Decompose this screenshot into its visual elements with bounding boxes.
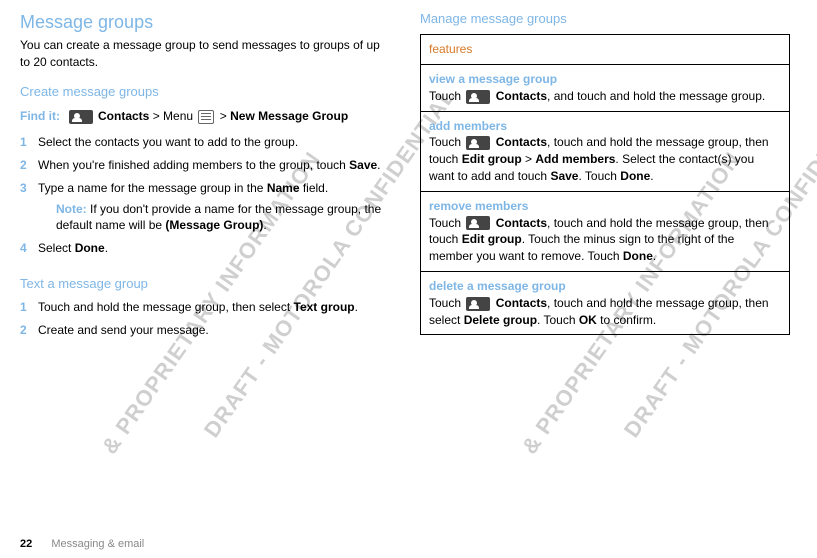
- delete-body: Touch Contacts, touch and hold the messa…: [429, 295, 781, 329]
- find-it-line: Find it: Contacts > Menu > New Message G…: [20, 107, 390, 126]
- add-save: Save: [550, 169, 578, 183]
- contacts-icon: [466, 90, 490, 104]
- name-tail: field.: [300, 181, 329, 195]
- features-header: features: [421, 35, 790, 65]
- contacts-icon: [466, 136, 490, 150]
- menu-icon: [198, 110, 214, 124]
- features-table: features view a message group Touch Cont…: [420, 34, 790, 335]
- gt-1: >: [153, 109, 160, 123]
- left-column: Message groups You can create a message …: [20, 10, 390, 345]
- create-step-3: 3 Type a name for the message group in t…: [20, 180, 390, 240]
- contacts-icon: [466, 216, 490, 230]
- del-mid2: . Touch: [537, 313, 579, 327]
- right-column: Manage message groups features view a me…: [420, 10, 790, 345]
- del-end: to confirm.: [597, 313, 656, 327]
- cell-remove: remove members Touch Contacts, touch and…: [421, 191, 790, 271]
- rem-end: .: [653, 249, 656, 263]
- cell-view: view a message group Touch Contacts, and…: [421, 64, 790, 111]
- view-contacts: Contacts: [496, 89, 547, 103]
- table-row-delete: delete a message group Touch Contacts, t…: [421, 271, 790, 334]
- view-post: , and touch and hold the message group.: [547, 89, 765, 103]
- heading-text-group: Text a message group: [20, 275, 390, 293]
- add-done: Done: [620, 169, 650, 183]
- new-message-group: New Message Group: [230, 109, 348, 123]
- text-steps: 1 Touch and hold the message group, then…: [20, 299, 390, 345]
- tstep2-text: Create and send your message.: [38, 323, 209, 337]
- view-pre: Touch: [429, 89, 464, 103]
- del-group: Delete group: [464, 313, 537, 327]
- add-members: Add members: [535, 152, 615, 166]
- title-message-groups: Message groups: [20, 10, 390, 35]
- remove-title: remove members: [429, 198, 781, 215]
- text-step-1: 1 Touch and hold the message group, then…: [20, 299, 390, 322]
- gt-2: >: [220, 109, 227, 123]
- cell-delete: delete a message group Touch Contacts, t…: [421, 271, 790, 334]
- find-it-label: Find it:: [20, 109, 60, 123]
- add-end: .: [650, 169, 653, 183]
- del-pre: Touch: [429, 296, 464, 310]
- del-ok: OK: [579, 313, 597, 327]
- create-steps: 1 Select the contacts you want to add to…: [20, 134, 390, 263]
- note-label: Note:: [56, 202, 87, 216]
- text-step-2: 2 Create and send your message.: [20, 322, 390, 345]
- contacts-icon: [69, 110, 93, 124]
- table-row-header: features: [421, 35, 790, 65]
- table-row-view: view a message group Touch Contacts, and…: [421, 64, 790, 111]
- delete-title: delete a message group: [429, 278, 781, 295]
- step4-text: Select: [38, 241, 75, 255]
- heading-create-groups: Create message groups: [20, 83, 390, 101]
- name-word: Name: [267, 181, 300, 195]
- del-contacts: Contacts: [496, 296, 547, 310]
- menu-word: Menu: [163, 109, 193, 123]
- save-word: Save: [349, 158, 377, 172]
- page-number: 22: [20, 538, 32, 550]
- note-block: Note: If you don't provide a name for th…: [56, 201, 390, 235]
- add-gt: >: [522, 152, 536, 166]
- create-step-1: 1 Select the contacts you want to add to…: [20, 134, 390, 157]
- table-row-remove: remove members Touch Contacts, touch and…: [421, 191, 790, 271]
- add-contacts: Contacts: [496, 135, 547, 149]
- text-group-bold: Text group: [294, 300, 355, 314]
- rem-edit: Edit group: [462, 232, 522, 246]
- step3-text: Type a name for the message group in the: [38, 181, 267, 195]
- create-step-4: 4 Select Done.: [20, 240, 390, 263]
- note-bold: (Message Group): [165, 218, 263, 232]
- add-body: Touch Contacts, touch and hold the messa…: [429, 134, 781, 184]
- rem-pre: Touch: [429, 216, 464, 230]
- view-title: view a message group: [429, 71, 781, 88]
- table-row-add: add members Touch Contacts, touch and ho…: [421, 111, 790, 191]
- tstep1-text: Touch and hold the message group, then s…: [38, 300, 294, 314]
- step2-text: When you're finished adding members to t…: [38, 158, 349, 172]
- heading-manage-groups: Manage message groups: [420, 10, 790, 28]
- add-title: add members: [429, 118, 781, 135]
- cell-add: add members Touch Contacts, touch and ho…: [421, 111, 790, 191]
- add-pre: Touch: [429, 135, 464, 149]
- done-word: Done: [75, 241, 105, 255]
- contacts-icon: [466, 297, 490, 311]
- contacts-label: Contacts: [98, 109, 149, 123]
- rem-contacts: Contacts: [496, 216, 547, 230]
- add-mid3: . Touch: [578, 169, 620, 183]
- view-body: Touch Contacts, and touch and hold the m…: [429, 88, 781, 105]
- intro-text: You can create a message group to send m…: [20, 37, 390, 71]
- create-step-2: 2 When you're finished adding members to…: [20, 157, 390, 180]
- add-edit: Edit group: [462, 152, 522, 166]
- rem-done: Done: [623, 249, 653, 263]
- footer-section: Messaging & email: [51, 538, 144, 550]
- page-footer: 22 Messaging & email: [20, 538, 144, 550]
- remove-body: Touch Contacts, touch and hold the messa…: [429, 215, 781, 265]
- step1-text: Select the contacts you want to add to t…: [38, 135, 298, 149]
